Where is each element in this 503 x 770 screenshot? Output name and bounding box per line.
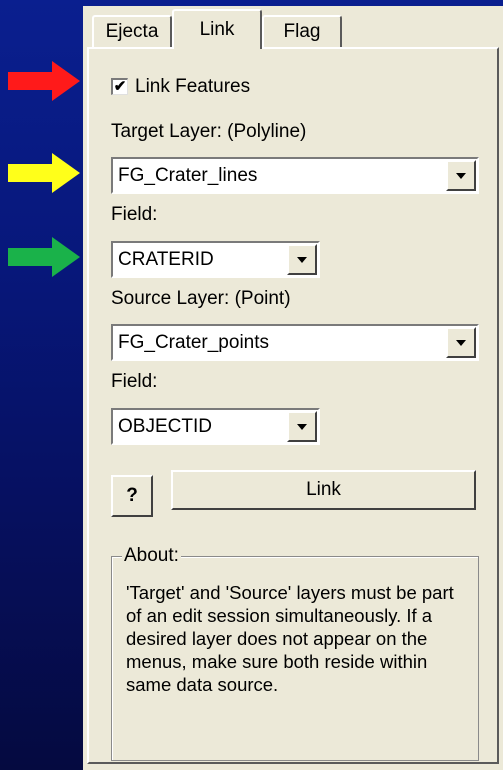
source-layer-select[interactable]: FG_Crater_points [111, 324, 479, 361]
link-button-label: Link [306, 479, 341, 500]
target-layer-value: FG_Crater_lines [118, 165, 258, 186]
target-layer-dropdown-button[interactable] [446, 160, 476, 191]
link-features-checkbox[interactable]: ✔ [111, 78, 128, 95]
target-layer-label: Target Layer: (Polyline) [111, 121, 307, 142]
link-button[interactable]: Link [171, 470, 476, 510]
about-text: 'Target' and 'Source' layers must be par… [126, 582, 454, 695]
help-button-label: ? [126, 485, 138, 506]
triangle-down-icon [297, 423, 307, 430]
source-field-select[interactable]: OBJECTID [111, 408, 320, 445]
tab-link[interactable]: Link [172, 9, 262, 49]
source-field-value: OBJECTID [118, 416, 212, 437]
about-groupbox: About: 'Target' and 'Source' layers must… [111, 545, 479, 761]
source-layer-value: FG_Crater_points [118, 332, 270, 353]
target-field-dropdown-button[interactable] [287, 244, 317, 275]
source-field-label: Field: [111, 371, 158, 392]
target-field-select[interactable]: CRATERID [111, 241, 320, 278]
target-field-label: Field: [111, 204, 158, 225]
yellow-arrow-icon [8, 153, 80, 193]
triangle-down-icon [297, 256, 307, 263]
link-tab-panel: Ejecta Link Flag ✔ Link Features Target … [83, 6, 503, 770]
target-layer-select[interactable]: FG_Crater_lines [111, 157, 479, 194]
triangle-down-icon [456, 172, 466, 179]
target-field-value: CRATERID [118, 249, 214, 270]
link-features-label: Link Features [135, 76, 251, 97]
tab-flag[interactable]: Flag [262, 15, 342, 47]
about-legend: About: [122, 545, 181, 567]
triangle-down-icon [456, 339, 466, 346]
help-button[interactable]: ? [111, 475, 153, 517]
source-layer-label: Source Layer: (Point) [111, 288, 291, 309]
tab-ejecta[interactable]: Ejecta [92, 15, 172, 47]
red-arrow-icon [8, 61, 80, 101]
tab-content: ✔ Link Features Target Layer: (Polyline)… [87, 47, 499, 764]
tab-link-label: Link [199, 19, 235, 40]
tab-ejecta-label: Ejecta [105, 21, 159, 42]
source-layer-dropdown-button[interactable] [446, 327, 476, 358]
green-arrow-icon [8, 237, 80, 277]
tab-flag-label: Flag [283, 21, 321, 42]
source-field-dropdown-button[interactable] [287, 411, 317, 442]
